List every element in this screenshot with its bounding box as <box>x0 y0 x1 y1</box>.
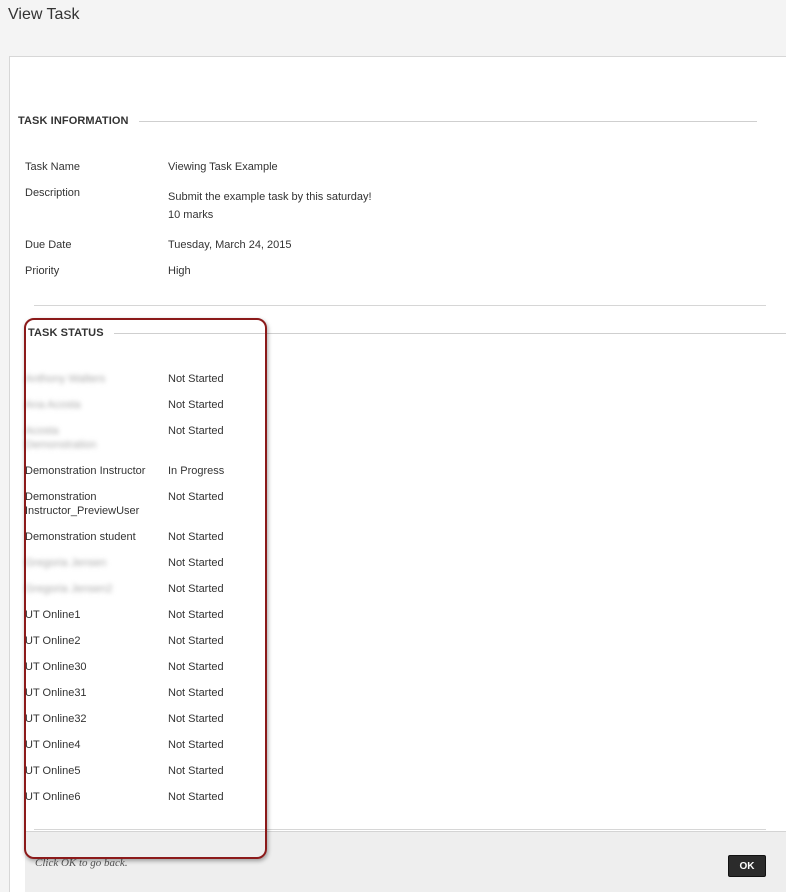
task-status-header: TASK STATUS <box>28 326 786 340</box>
status-row-name: UT Online32 <box>25 712 87 726</box>
status-row-name-line: UT Online4 <box>25 739 81 751</box>
status-row-name: Gregoria Jensen <box>25 556 106 570</box>
footer-hint: Click OK to go back. <box>35 857 128 869</box>
status-row-name-line: Gregoria Jensen <box>25 557 107 569</box>
status-row-status: Not Started <box>168 635 224 647</box>
status-row-name-line: UT Online30 <box>25 661 87 673</box>
priority-value: High <box>168 265 191 277</box>
status-row-name-line-2: Demonstration <box>25 439 97 451</box>
status-row-status: Not Started <box>168 687 224 699</box>
status-row-name-line: Gregoria Jensen2 <box>25 583 113 595</box>
status-row-name: UT Online4 <box>25 738 80 752</box>
status-row-name-line: UT Online31 <box>25 687 87 699</box>
section-divider <box>34 829 766 830</box>
section-rule <box>113 332 786 334</box>
status-row-name-line: UT Online5 <box>25 765 81 777</box>
status-row-status: Not Started <box>168 791 224 803</box>
status-row-name-line: Demonstration <box>25 491 97 503</box>
status-row-status: Not Started <box>168 399 224 411</box>
status-row-name: Demonstration student <box>25 530 136 544</box>
task-name-label: Task Name <box>25 161 81 173</box>
status-row-name: UT Online6 <box>25 790 80 804</box>
task-status-heading: TASK STATUS <box>28 327 104 339</box>
status-row-name-line: Acosta <box>25 425 59 437</box>
status-row-name-line: Demonstration student <box>25 531 136 543</box>
description-label: Description <box>25 187 81 199</box>
status-row-name-line: Ana Acosta <box>25 399 81 411</box>
status-row-name-line: UT Online2 <box>25 635 81 647</box>
status-row-status: In Progress <box>168 465 225 477</box>
status-row-status: Not Started <box>168 491 224 503</box>
status-row-name-line-2: Instructor_PreviewUser <box>25 505 140 517</box>
due-date-label: Due Date <box>25 239 72 251</box>
status-row-name: UT Online2 <box>25 634 80 648</box>
description-line-2: 10 marks <box>168 209 214 221</box>
status-row-status: Not Started <box>168 557 224 569</box>
status-row-status: Not Started <box>168 583 224 595</box>
description-line-1: Submit the example task by this saturday… <box>168 191 372 203</box>
status-row-name: UT Online31 <box>25 686 87 700</box>
priority-label: Priority <box>25 265 60 277</box>
ok-button[interactable]: OK <box>728 855 766 877</box>
status-row-name: Gregoria Jensen2 <box>25 582 112 596</box>
status-row-name: Demonstration Instructor_PreviewUser <box>25 490 139 518</box>
page-title: View Task <box>8 6 80 23</box>
status-row-name: Acosta Demonstration <box>25 424 97 452</box>
section-rule <box>138 120 757 122</box>
status-row-status: Not Started <box>168 765 224 777</box>
status-row-name: Anthony Walters <box>25 372 105 386</box>
section-divider <box>34 305 766 306</box>
status-row-name: Ana Acosta <box>25 398 81 412</box>
status-row-status: Not Started <box>168 713 224 725</box>
task-name-value: Viewing Task Example <box>168 161 278 173</box>
status-row-name-line: UT Online1 <box>25 609 81 621</box>
footer-bar: Click OK to go back. OK <box>25 831 786 892</box>
status-row-status: Not Started <box>168 739 224 751</box>
status-row-status: Not Started <box>168 609 224 621</box>
status-row-status: Not Started <box>168 661 224 673</box>
status-row-status: Not Started <box>168 531 224 543</box>
status-row-name: Demonstration Instructor <box>25 464 145 478</box>
status-row-name: UT Online5 <box>25 764 80 778</box>
status-row-name: UT Online1 <box>25 608 80 622</box>
status-row-name-line: UT Online32 <box>25 713 87 725</box>
status-row-name-line: Anthony Walters <box>25 373 106 385</box>
task-information-header: TASK INFORMATION <box>18 114 757 128</box>
status-row-name: UT Online30 <box>25 660 87 674</box>
task-information-heading: TASK INFORMATION <box>18 115 129 127</box>
status-row-name-line: UT Online6 <box>25 791 81 803</box>
status-row-status: Not Started <box>168 425 224 437</box>
status-row-name-line: Demonstration Instructor <box>25 465 146 477</box>
status-row-status: Not Started <box>168 373 224 385</box>
due-date-value: Tuesday, March 24, 2015 <box>168 239 292 251</box>
